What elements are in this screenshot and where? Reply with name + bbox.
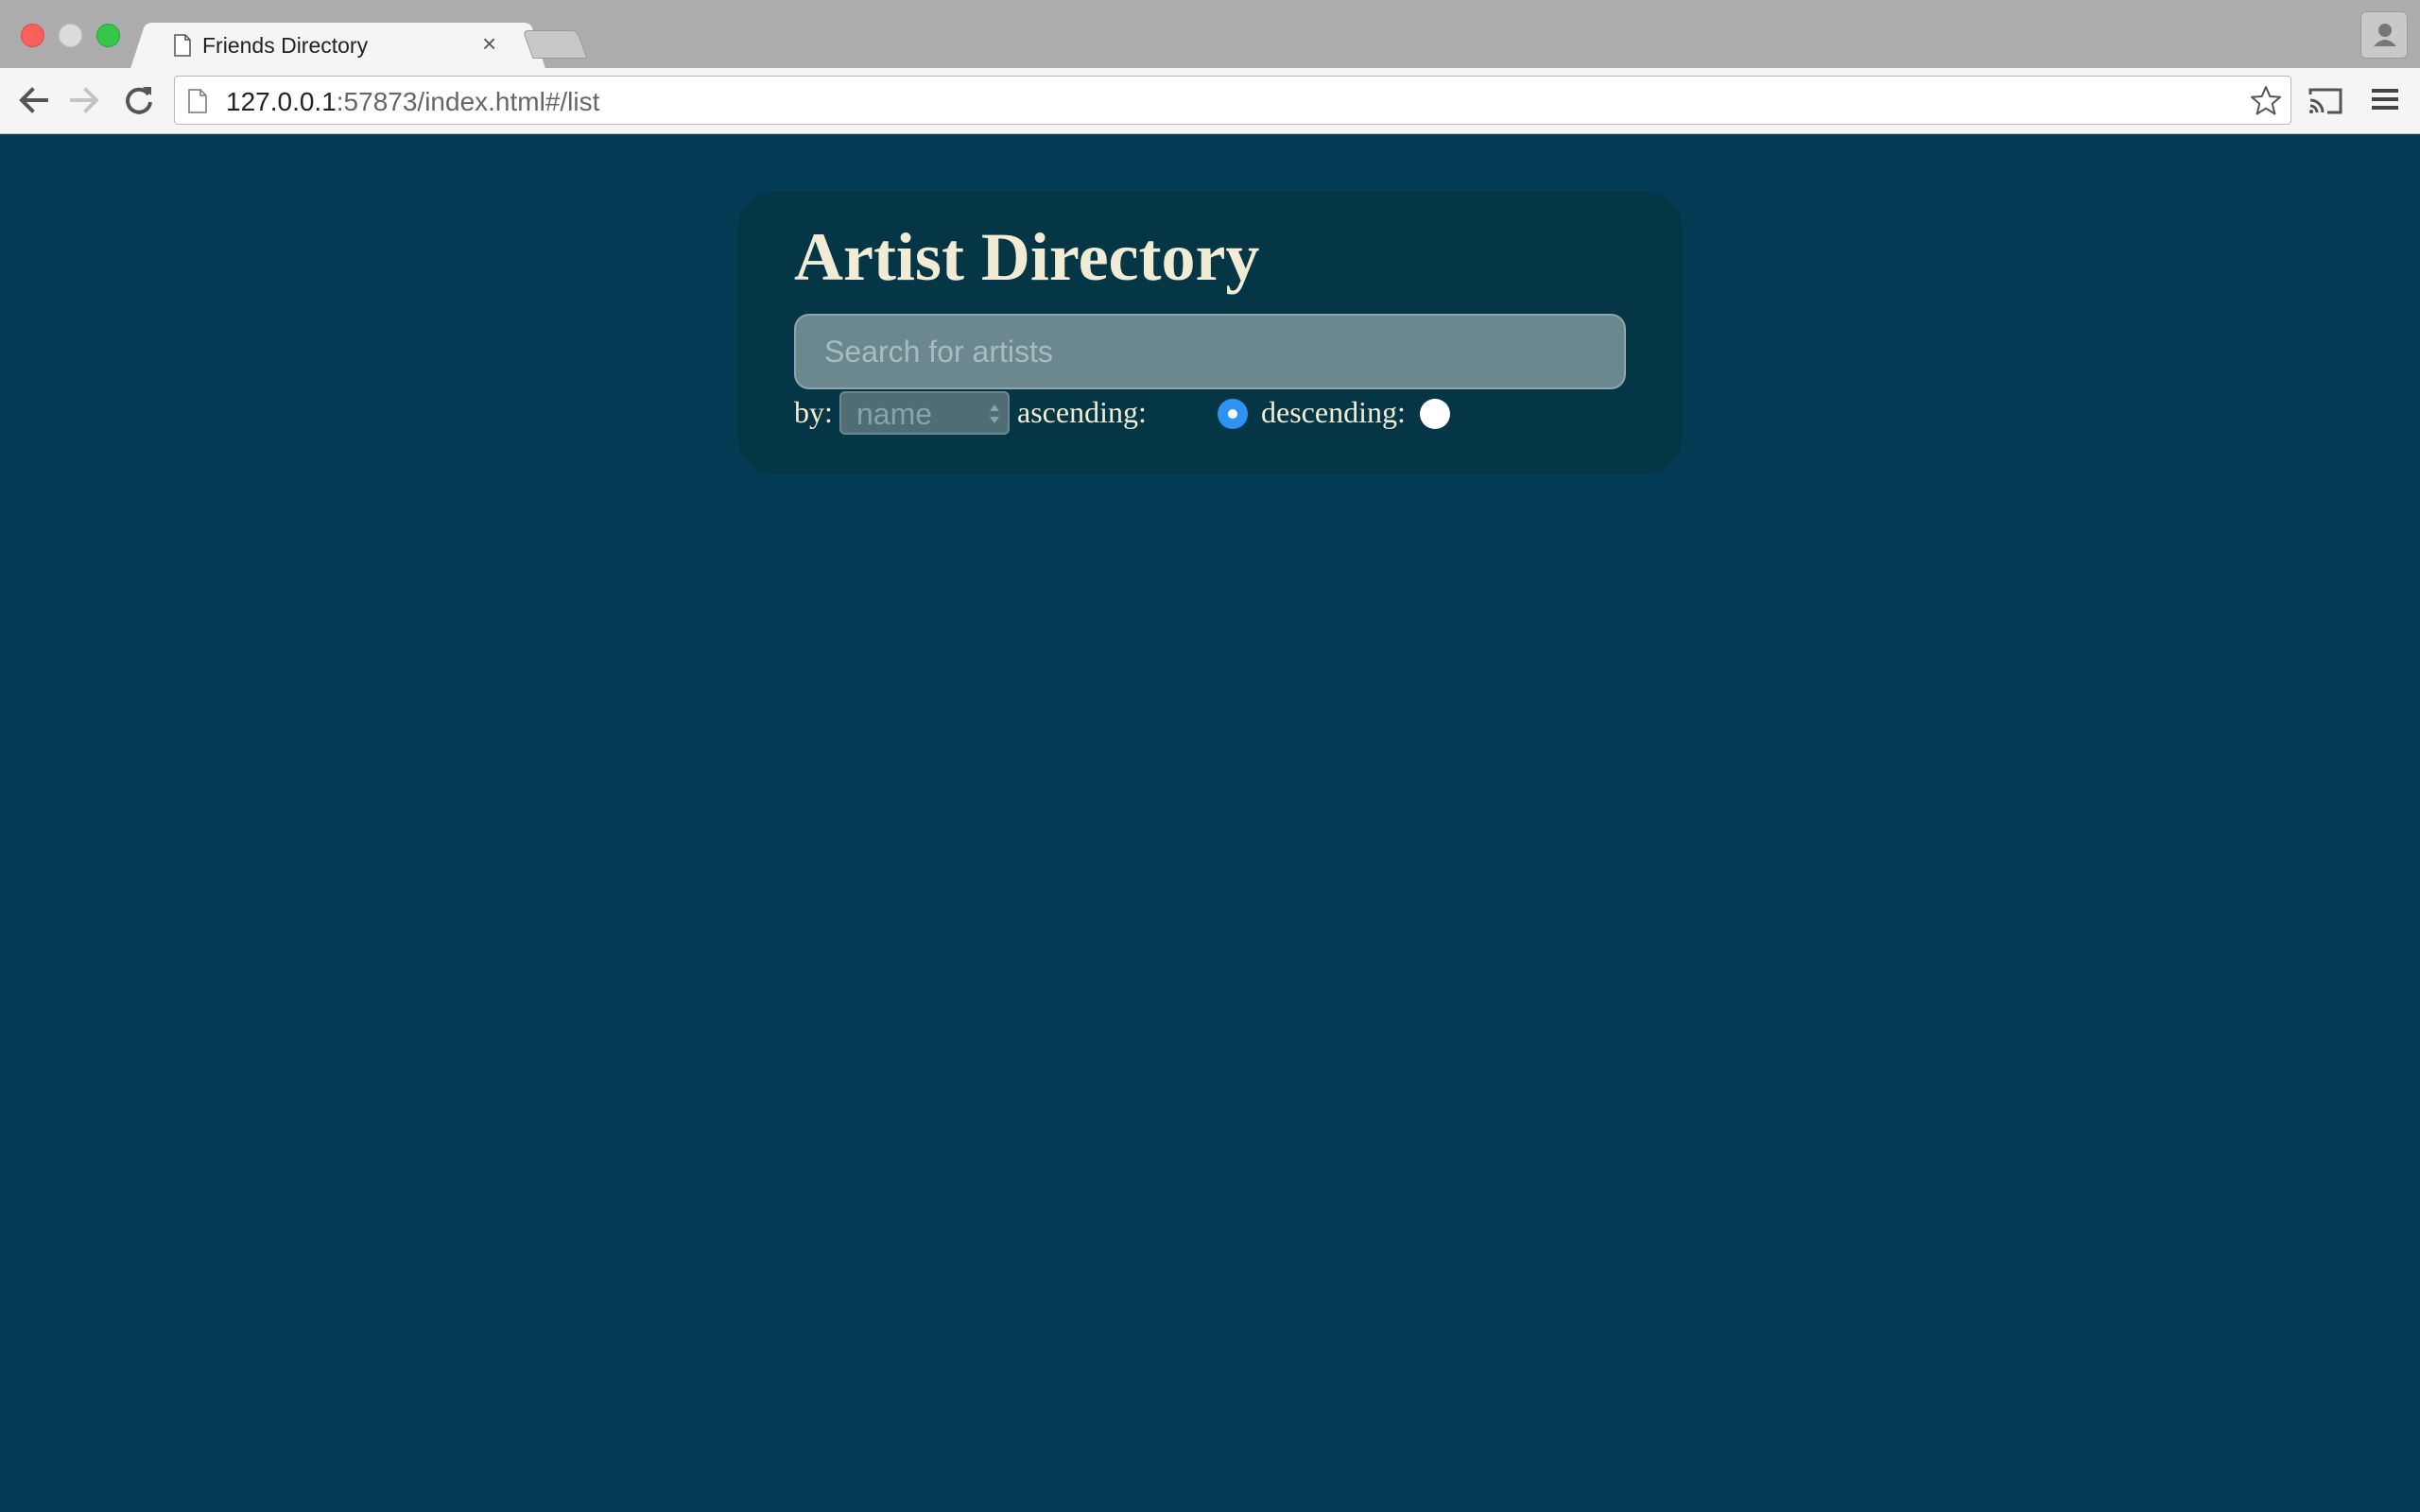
browser-tab[interactable]: Friends Directory × (151, 23, 525, 68)
back-arrow-icon[interactable] (14, 81, 52, 119)
new-tab-button[interactable] (522, 30, 588, 59)
browser-toolbar: 127.0.0.1:57873/index.html#/list (0, 68, 2420, 134)
directory-panel: Artist Directory by: name ascending: des… (737, 191, 1683, 474)
page-title: Artist Directory (794, 219, 1260, 295)
cast-icon[interactable] (2307, 87, 2344, 115)
profile-button[interactable] (2360, 11, 2408, 59)
sort-by-label: by: (794, 395, 833, 429)
browser-tab-strip: Friends Directory × (0, 0, 2420, 68)
sort-field-value: name (856, 397, 933, 431)
forward-arrow-icon[interactable] (66, 81, 104, 119)
url-host: 127.0.0.1 (226, 87, 337, 116)
tab-close-icon[interactable]: × (482, 31, 496, 56)
tab-title: Friends Directory (202, 33, 369, 58)
descending-label: descending: (1261, 395, 1406, 429)
url-text: 127.0.0.1:57873/index.html#/list (226, 87, 599, 117)
select-arrows-icon (990, 404, 999, 423)
url-path: :57873/index.html#/list (336, 87, 600, 116)
close-window-button[interactable] (21, 24, 44, 47)
ascending-label: ascending: (1017, 395, 1147, 429)
search-input[interactable] (794, 314, 1626, 389)
descending-radio[interactable] (1420, 399, 1450, 429)
sort-field-select[interactable]: name (839, 391, 1010, 435)
zoom-window-button[interactable] (96, 24, 120, 47)
address-bar[interactable]: 127.0.0.1:57873/index.html#/list (174, 76, 2291, 125)
ascending-radio[interactable] (1218, 399, 1248, 429)
minimize-window-button[interactable] (59, 24, 82, 47)
reload-icon[interactable] (120, 81, 158, 119)
person-icon (2374, 24, 2396, 46)
page-icon (174, 34, 191, 57)
bookmark-star-icon[interactable] (2249, 84, 2283, 118)
hamburger-menu-icon[interactable] (2371, 85, 2399, 113)
page-icon (188, 89, 207, 113)
